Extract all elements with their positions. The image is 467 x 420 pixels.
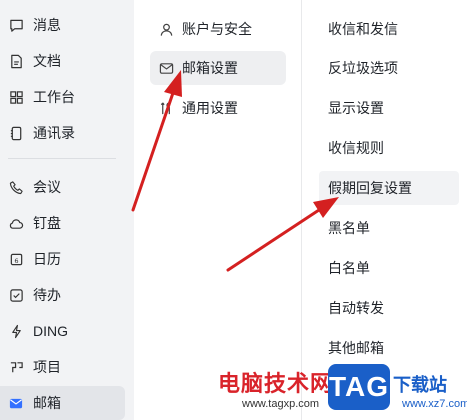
sidebar-item-label: DING xyxy=(33,323,68,339)
mail-settings-item-label: 自动转发 xyxy=(328,300,384,316)
settings-menu: 账户与安全 邮箱设置 通用设置 xyxy=(134,0,302,420)
mail-settings-item-label: 黑名单 xyxy=(328,220,370,236)
mail-settings-item-label: 显示设置 xyxy=(328,100,384,116)
watermark-site-name: 电脑技术网 xyxy=(218,371,334,396)
sidebar-item-label: 待办 xyxy=(33,287,61,303)
tools-icon xyxy=(158,100,174,116)
mail-settings-item-vacation-reply[interactable]: 假期回复设置 xyxy=(319,171,459,205)
mail-settings-item-label: 假期回复设置 xyxy=(328,180,412,196)
settings-item-label: 邮箱设置 xyxy=(182,60,238,76)
sidebar-item-calendar[interactable]: 6 日历 xyxy=(0,242,134,276)
mail-settings-item-display[interactable]: 显示设置 xyxy=(319,91,459,125)
mail-settings-item-rules[interactable]: 收信规则 xyxy=(319,131,459,165)
sidebar-item-drive[interactable]: 钉盘 xyxy=(0,206,134,240)
sidebar-item-ding[interactable]: DING xyxy=(0,314,134,348)
project-icon xyxy=(8,359,24,375)
grid-icon xyxy=(8,89,24,105)
settings-item-general-settings[interactable]: 通用设置 xyxy=(150,91,286,125)
mail-settings-item-label: 收信和发信 xyxy=(328,21,398,37)
settings-item-label: 通用设置 xyxy=(182,100,238,116)
sidebar-item-label: 日历 xyxy=(33,251,61,267)
mail-settings-item-label: 反垃圾选项 xyxy=(328,60,398,76)
sidebar-item-todo[interactable]: 待办 xyxy=(0,278,134,312)
mail-settings-list: 收信和发信 反垃圾选项 显示设置 收信规则 假期回复设置 黑名单 白名单 自动转… xyxy=(302,0,467,420)
mail-settings-item-auto-forward[interactable]: 自动转发 xyxy=(319,291,459,325)
settings-item-label: 账户与安全 xyxy=(182,21,252,37)
sidebar-item-label: 文档 xyxy=(33,53,61,69)
mail-settings-item-label: 其他邮箱 xyxy=(328,340,384,356)
sidebar-item-label: 会议 xyxy=(33,179,61,195)
mail-settings-item-whitelist[interactable]: 白名单 xyxy=(319,251,459,285)
sidebar-item-meetings[interactable]: 会议 xyxy=(0,170,134,204)
user-icon xyxy=(158,21,174,37)
sidebar: 消息 文档 工作台 通讯录 会议 钉盘 6 日历 待办 DING 项目 邮箱 xyxy=(0,0,134,420)
sidebar-item-label: 工作台 xyxy=(33,89,75,105)
phone-icon xyxy=(8,179,24,195)
checkbox-icon xyxy=(8,287,24,303)
contacts-icon xyxy=(8,125,24,141)
watermark-logo-suffix: 下载站 xyxy=(393,375,447,395)
watermark-site-url: www.tagxp.com xyxy=(242,398,320,410)
mail-settings-item-label: 收信规则 xyxy=(328,140,384,156)
chat-bubble-icon xyxy=(8,17,24,33)
mail-settings-item-other-mailbox[interactable]: 其他邮箱 xyxy=(319,331,459,365)
mail-icon xyxy=(8,395,24,411)
sidebar-divider xyxy=(8,158,116,159)
mail-settings-item-antispam[interactable]: 反垃圾选项 xyxy=(319,51,459,85)
sidebar-item-label: 消息 xyxy=(33,17,61,33)
calendar-icon: 6 xyxy=(8,251,24,267)
watermark-logo-url: www.xz7.com xyxy=(402,398,467,410)
mail-settings-item-blacklist[interactable]: 黑名单 xyxy=(319,211,459,245)
sidebar-item-messages[interactable]: 消息 xyxy=(0,8,134,42)
sidebar-item-workbench[interactable]: 工作台 xyxy=(0,80,134,114)
mail-settings-item-send-receive[interactable]: 收信和发信 xyxy=(319,12,459,46)
mail-settings-icon xyxy=(158,60,174,76)
settings-item-mail-settings[interactable]: 邮箱设置 xyxy=(150,51,286,85)
sidebar-item-label: 通讯录 xyxy=(33,125,75,141)
sidebar-item-projects[interactable]: 项目 xyxy=(0,350,134,384)
watermark-logo: TAG xyxy=(328,364,390,410)
sidebar-item-label: 项目 xyxy=(33,359,61,375)
lightning-icon xyxy=(8,323,24,339)
document-icon xyxy=(8,53,24,69)
svg-text:6: 6 xyxy=(14,256,18,264)
sidebar-item-label: 钉盘 xyxy=(33,215,61,231)
sidebar-item-contacts[interactable]: 通讯录 xyxy=(0,116,134,150)
sidebar-item-mail[interactable]: 邮箱 xyxy=(0,386,125,420)
sidebar-item-docs[interactable]: 文档 xyxy=(0,44,134,78)
cloud-icon xyxy=(8,215,24,231)
settings-item-account-security[interactable]: 账户与安全 xyxy=(150,12,286,46)
mail-settings-item-label: 白名单 xyxy=(328,260,370,276)
sidebar-item-label: 邮箱 xyxy=(33,395,61,411)
